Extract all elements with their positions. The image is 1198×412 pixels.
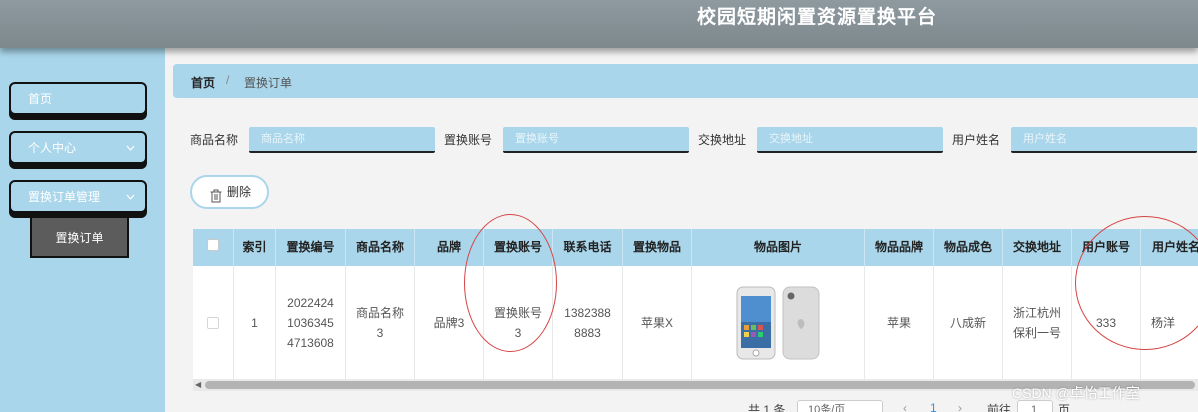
chevron-down-icon	[126, 133, 135, 174]
delete-button-label: 删除	[227, 185, 252, 199]
cell-user-account: 333	[1072, 266, 1141, 379]
cell-address: 浙江杭州 保利一号	[1003, 266, 1072, 379]
cell-brand: 品牌3	[415, 266, 484, 379]
column-header: 置换账号	[484, 229, 553, 266]
column-header: 用户账号	[1072, 229, 1141, 266]
cell-line: 4713608	[287, 335, 334, 350]
sidebar-subitem-swap-orders[interactable]: 置换订单	[30, 218, 129, 258]
cell-condition: 八成新	[934, 266, 1003, 379]
cell-index: 1	[234, 266, 276, 379]
column-header: 物品成色	[934, 229, 1003, 266]
orders-table: 索引 置换编号 商品名称 品牌 置换账号 联系电话 置换物品 物品图片 物品品牌…	[193, 229, 1198, 379]
cell-line: 商品名称	[355, 305, 404, 320]
cell-swap-account: 置换账号 3	[484, 266, 553, 379]
cell-phone: 1382388 8883	[553, 266, 623, 379]
cell-item-image	[692, 266, 865, 379]
cell-line: 8883	[574, 325, 601, 340]
cell-item-brand: 苹果	[865, 266, 934, 379]
sidebar-item-label: 首页	[28, 92, 53, 106]
sidebar-item-home[interactable]: 首页	[9, 82, 147, 115]
cell-line: 1382388	[564, 305, 611, 320]
row-checkbox[interactable]	[207, 316, 219, 329]
column-header: 商品名称	[346, 229, 415, 266]
table-row[interactable]: 1 2022424 1036345 4713608 商品名称 3 品牌3 置换账…	[193, 266, 1198, 379]
breadcrumb-current: 置换订单	[244, 76, 293, 90]
cell-line: 保利一号	[1012, 325, 1061, 340]
sidebar-item-order-management[interactable]: 置换订单管理	[9, 180, 147, 213]
column-header: 索引	[234, 229, 276, 266]
search-label-swap-account: 置换账号	[444, 133, 493, 147]
table-header: 索引 置换编号 商品名称 品牌 置换账号 联系电话 置换物品 物品图片 物品品牌…	[193, 229, 1198, 266]
column-header: 联系电话	[553, 229, 623, 266]
page-number[interactable]: 1	[930, 401, 937, 412]
delete-button[interactable]: 删除	[190, 175, 269, 209]
column-header: 用户姓名	[1141, 229, 1198, 266]
sidebar-item-personal-center[interactable]: 个人中心	[9, 131, 147, 164]
column-header: 置换编号	[276, 229, 346, 266]
search-label-user-name: 用户姓名	[952, 133, 1001, 147]
top-bar: 校园短期闲置资源置换平台	[0, 0, 1198, 48]
column-header: 交换地址	[1003, 229, 1072, 266]
breadcrumb-home[interactable]: 首页	[191, 74, 215, 91]
cell-line: 3	[514, 325, 522, 340]
search-input-exchange-address[interactable]	[757, 127, 943, 153]
search-label-exchange-address: 交换地址	[698, 133, 747, 147]
breadcrumb: 首页 / 置换订单	[173, 64, 1198, 98]
cell-product-name: 商品名称 3	[346, 266, 415, 379]
pagination-total: 共 1 条	[748, 403, 786, 412]
site-title: 校园短期闲置资源置换平台	[697, 7, 938, 28]
watermark: CSDN @卓怡工作室	[1012, 385, 1140, 401]
sidebar-item-label: 个人中心	[28, 141, 77, 155]
column-header: 品牌	[415, 229, 484, 266]
sidebar-item-label: 置换订单管理	[28, 190, 101, 204]
phone-image[interactable]	[733, 285, 823, 361]
search-input-user-name[interactable]	[1011, 127, 1197, 153]
main-content: 首页 / 置换订单 商品名称 置换账号 交换地址 用户姓名 删除 索引 置换编号…	[165, 48, 1198, 412]
row-select-cell[interactable]	[193, 266, 234, 379]
cell-line: 置换账号	[493, 305, 542, 320]
column-header: 置换物品	[623, 229, 692, 266]
page-size-select[interactable]: 10条/页	[797, 400, 883, 412]
chevron-down-icon	[126, 182, 135, 223]
column-header: 物品品牌	[865, 229, 934, 266]
prev-page-icon[interactable]: ‹	[903, 401, 907, 412]
goto-label: 前往	[987, 403, 1012, 412]
trash-icon	[210, 184, 222, 203]
cell-line: 2022424	[287, 295, 334, 310]
search-input-swap-account[interactable]	[503, 127, 689, 153]
scroll-left-icon[interactable]: ◀	[195, 379, 201, 391]
cell-swap-item: 苹果X	[623, 266, 692, 379]
select-all-checkbox[interactable]	[207, 239, 219, 251]
next-page-icon[interactable]: ›	[958, 401, 962, 412]
cell-order-no: 2022424 1036345 4713608	[276, 266, 346, 379]
cell-line: 浙江杭州	[1012, 305, 1061, 320]
cell-user-name: 杨洋	[1141, 266, 1198, 379]
search-label-product-name: 商品名称	[190, 133, 239, 147]
sidebar: 首页 个人中心 置换订单管理 置换订单	[0, 48, 165, 412]
breadcrumb-separator: /	[226, 73, 230, 87]
search-input-product-name[interactable]	[249, 127, 435, 153]
select-all-cell[interactable]	[193, 229, 234, 266]
cell-line: 1036345	[287, 315, 334, 330]
cell-line: 3	[376, 325, 384, 340]
column-header: 物品图片	[692, 229, 865, 266]
